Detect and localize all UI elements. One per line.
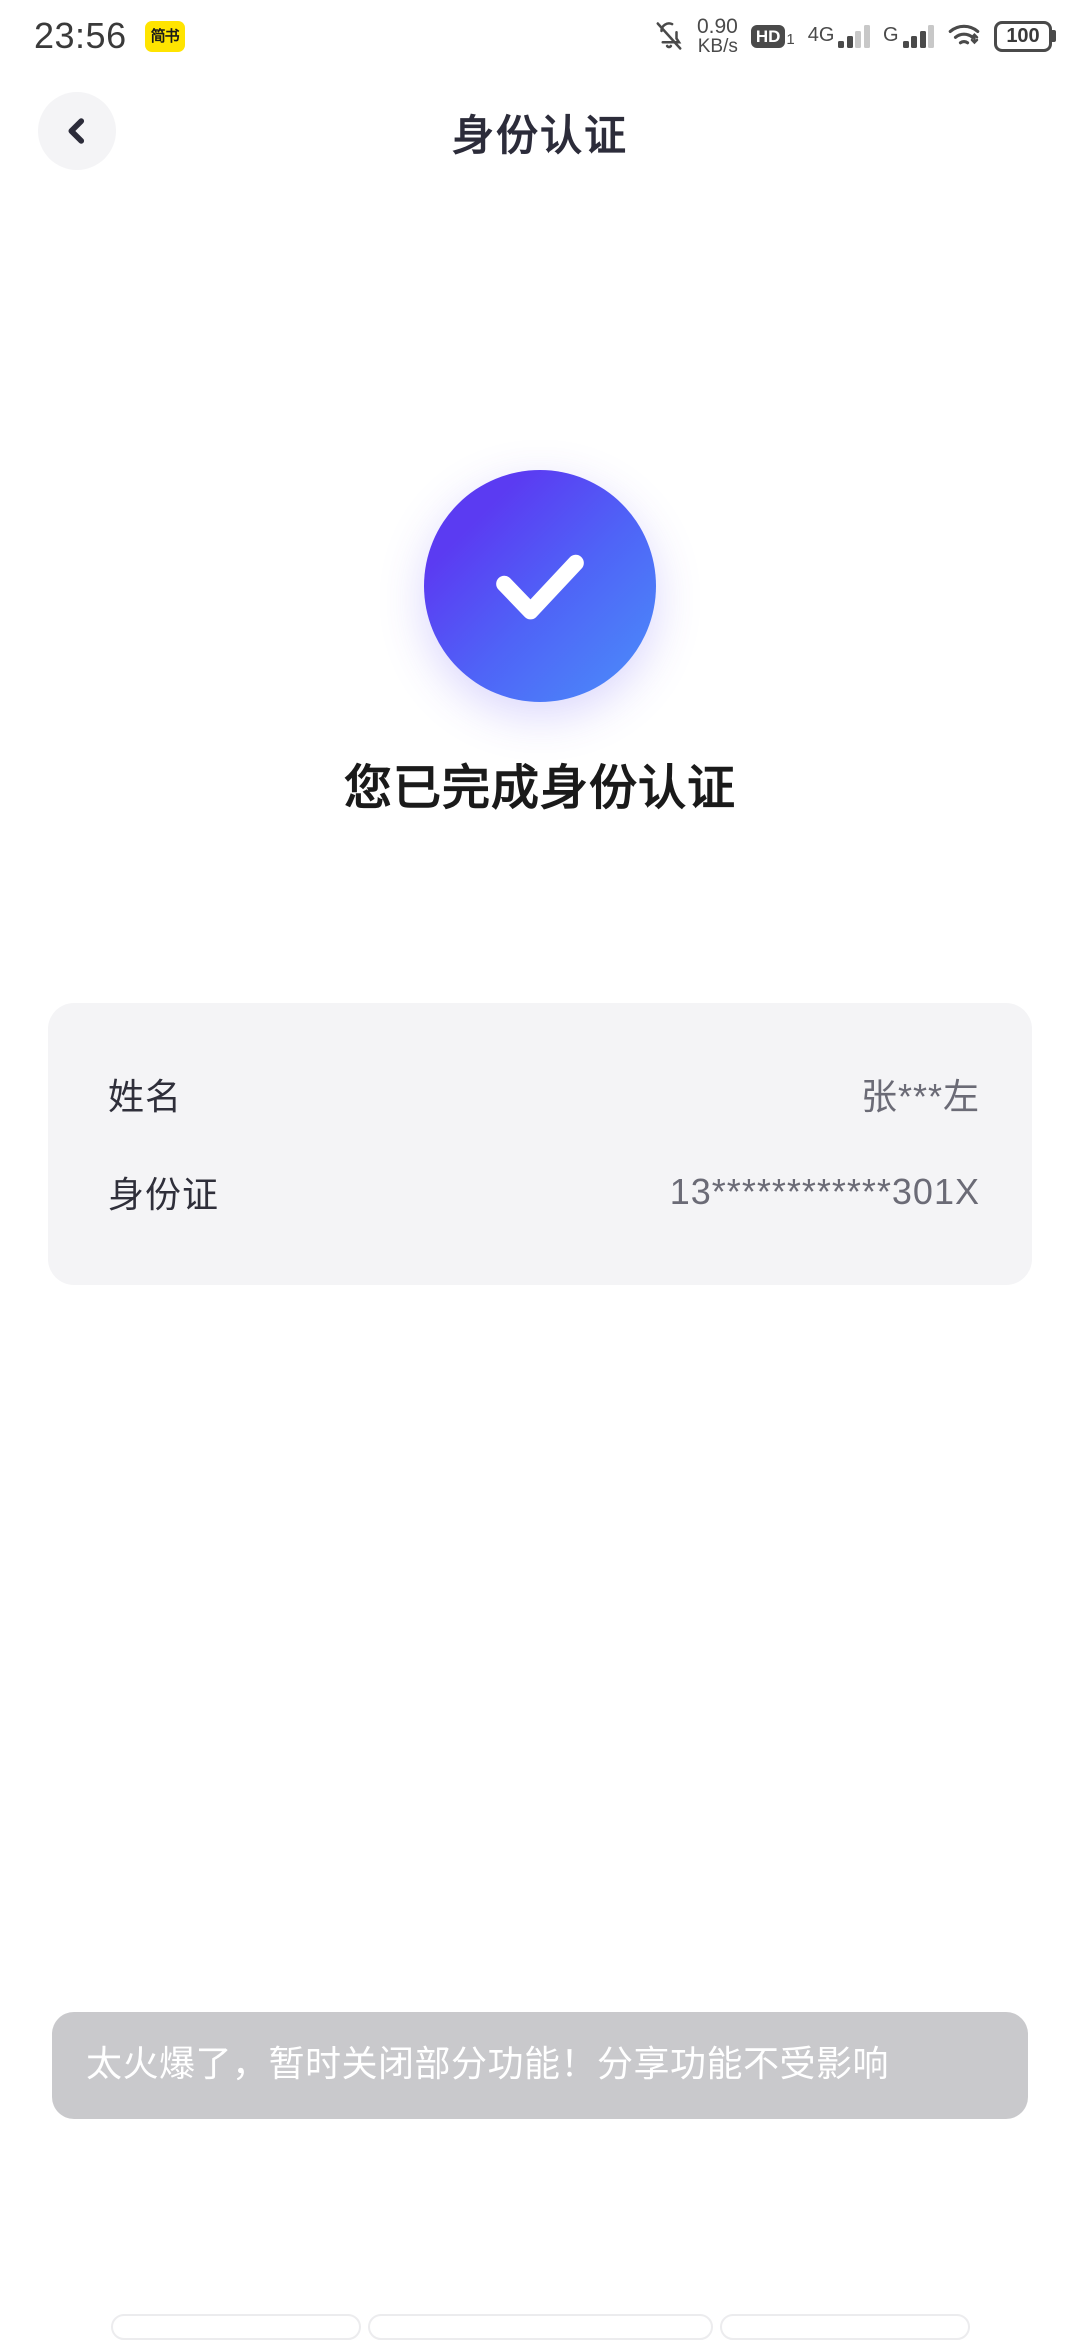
signal-sim1-icon: 4G	[808, 24, 870, 48]
success-message: 您已完成身份认证	[343, 762, 736, 815]
status-bar: 23:56 简书 0.90 KB/s HD 1 4G G 100	[0, 0, 1080, 72]
id-number-label: 身份证	[108, 1174, 220, 1215]
name-label: 姓名	[108, 1076, 183, 1117]
phone-screen: 23:56 简书 0.90 KB/s HD 1 4G G 100 身份认证 您已…	[0, 0, 1080, 2340]
bell-slash-icon	[654, 20, 684, 52]
signal-bars-sim2	[902, 24, 934, 48]
app-header: 身份认证	[0, 78, 1080, 186]
name-value: 张***左	[860, 1076, 980, 1117]
nav-back-pill[interactable]	[110, 2314, 361, 2340]
identity-info-card: 姓名 张***左 身份证 13************301X	[48, 1003, 1032, 1285]
sim2-network-label: G	[882, 24, 899, 46]
wifi-icon	[947, 22, 981, 50]
system-navigation-bar	[0, 2298, 1080, 2340]
status-bar-right: 0.90 KB/s HD 1 4G G 100	[654, 14, 1052, 58]
app-badge-icon: 简书	[144, 20, 185, 52]
signal-sim2-icon: G	[883, 24, 934, 48]
hd-label: HD	[750, 24, 786, 48]
sim1-network-label: 4G	[807, 24, 835, 46]
nav-home-pill[interactable]	[367, 2314, 713, 2340]
network-speed-indicator: 0.90 KB/s	[696, 14, 738, 58]
nav-recents-pill[interactable]	[719, 2314, 970, 2340]
toast-message: 太火爆了，暂时关闭部分功能！分享功能不受影响	[52, 2012, 1028, 2120]
check-circle-icon	[424, 470, 656, 702]
status-bar-left: 23:56 简书	[34, 15, 185, 57]
hd-sim-index: 1	[786, 30, 795, 48]
status-bar-clock: 23:56	[34, 15, 127, 56]
network-speed-value: 0.90	[696, 14, 738, 38]
id-number-value: 13************301X	[669, 1171, 980, 1212]
table-row: 姓名 张***左	[108, 1045, 980, 1143]
signal-bars-sim1	[838, 24, 870, 48]
page-title: 身份认证	[451, 111, 628, 159]
table-row: 身份证 13************301X	[108, 1143, 980, 1241]
battery-icon: 100	[994, 20, 1052, 52]
network-speed-unit: KB/s	[697, 36, 738, 58]
hd-call-icon: HD 1	[750, 24, 795, 48]
